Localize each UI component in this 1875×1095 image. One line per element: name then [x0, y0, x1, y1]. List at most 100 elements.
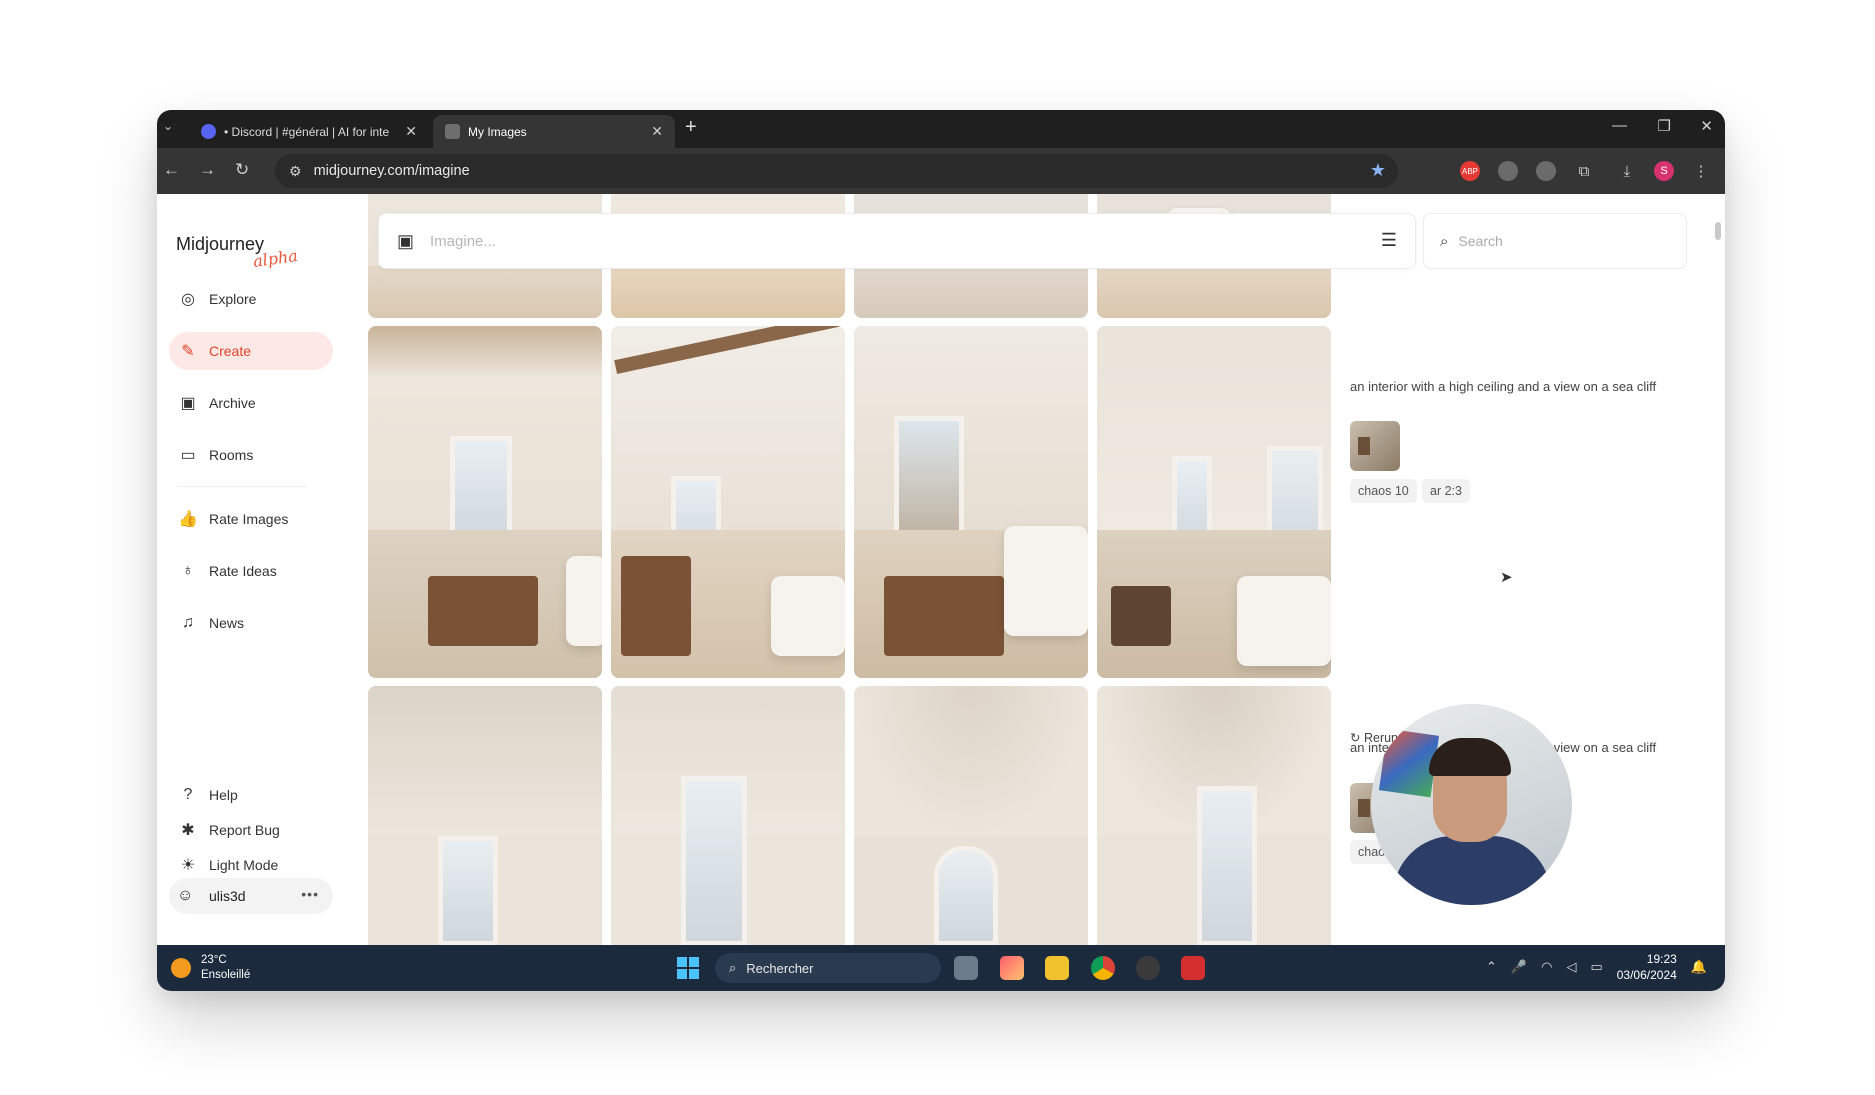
sidebar-item-label: Create — [209, 343, 252, 359]
microphone-icon[interactable]: 🎤 — [1511, 959, 1527, 975]
sidebar-item-news[interactable]: ♫ News — [169, 604, 333, 642]
restore-button[interactable]: ❐ — [1658, 117, 1671, 135]
param-tag: chaos 10 — [1350, 479, 1417, 503]
minimize-button[interactable]: — — [1612, 117, 1627, 134]
sidebar-item-rate-ideas[interactable]: ♁ Rate Ideas — [169, 552, 333, 590]
chrome-icon[interactable] — [1091, 956, 1115, 980]
user-menu-icon[interactable]: ••• — [301, 886, 319, 902]
username: ulis3d — [209, 888, 246, 904]
browser-menu-icon[interactable]: ⋮ — [1691, 161, 1711, 181]
brush-icon: ✎ — [181, 343, 195, 360]
puzzle-icon[interactable]: ⧉ — [1574, 161, 1594, 181]
tab-search-chevron-icon[interactable]: ⌄ — [163, 119, 173, 133]
sidebar-item-label: Archive — [209, 395, 256, 411]
system-tray: ⌃ 🎤 ◠ ◁ ▭ 19:23 03/06/2024 🔔 — [1486, 951, 1707, 983]
tab-my-images[interactable]: My Images ✕ — [433, 115, 675, 148]
user-profile-button[interactable]: ☺ ulis3d ••• — [169, 878, 333, 914]
volume-icon[interactable]: ◁ — [1566, 959, 1576, 975]
acrobat-icon[interactable] — [1181, 956, 1205, 980]
generated-image[interactable] — [368, 686, 602, 945]
sidebar-item-label: Explore — [209, 291, 257, 307]
tab-bar: ⌄ • Discord | #général | AI for inte ✕ M… — [157, 110, 1725, 148]
task-view-icon[interactable] — [954, 956, 978, 980]
logo-text: Midjourney — [176, 234, 265, 254]
back-button[interactable]: ← — [163, 160, 180, 180]
download-icon[interactable]: ⤓ — [1617, 161, 1637, 181]
bookmark-star-icon[interactable]: ★ — [1370, 160, 1386, 181]
windows-start-icon[interactable] — [677, 957, 699, 979]
sidebar-item-label: Report Bug — [209, 822, 280, 838]
chat-icon: ▭ — [180, 447, 196, 464]
generated-image[interactable] — [1097, 686, 1331, 945]
close-tab-icon[interactable]: ✕ — [405, 123, 417, 140]
chevron-up-icon[interactable]: ⌃ — [1486, 959, 1497, 975]
tab-title: • Discord | #général | AI for inte — [224, 124, 390, 139]
sidebar-item-label: Help — [209, 787, 238, 803]
bug-icon: ✱ — [181, 822, 195, 839]
obs-icon[interactable] — [1136, 956, 1160, 980]
discord-icon — [201, 124, 216, 139]
midjourney-favicon-icon — [445, 124, 460, 139]
tab-discord[interactable]: • Discord | #général | AI for inte ✕ — [189, 115, 429, 148]
date: 03/06/2024 — [1616, 968, 1677, 982]
sidebar-item-label: Rate Ideas — [209, 563, 277, 579]
photos-app-icon[interactable] — [1000, 956, 1024, 980]
midjourney-logo[interactable]: Midjourney alpha — [176, 234, 299, 271]
file-explorer-icon[interactable] — [1045, 956, 1069, 980]
sidebar-item-explore[interactable]: ◎ Explore — [169, 280, 333, 318]
sun-icon: ☀ — [180, 857, 196, 874]
search-input[interactable]: ⌕ Search — [1423, 213, 1687, 269]
sidebar-item-help[interactable]: ? Help — [169, 776, 333, 814]
site-settings-icon[interactable]: ⚙ — [289, 163, 302, 180]
bell-icon: ♫ — [182, 614, 194, 631]
clock[interactable]: 19:23 03/06/2024 — [1617, 951, 1677, 983]
search-placeholder: Search — [1458, 233, 1503, 249]
notification-bell-icon[interactable]: 🔔 — [1691, 959, 1707, 975]
taskbar-search[interactable]: ⌕ Rechercher — [715, 953, 941, 983]
sidebar-item-report-bug[interactable]: ✱ Report Bug — [169, 811, 333, 849]
webcam-overlay — [1371, 704, 1572, 905]
reload-button[interactable]: ↻ — [235, 160, 249, 180]
person-torso — [1393, 836, 1551, 905]
generated-image[interactable] — [611, 326, 845, 678]
weather-widget[interactable]: 23°C Ensoleillé — [171, 953, 250, 983]
sidebar-item-label: Light Mode — [209, 857, 279, 873]
generated-image[interactable] — [854, 686, 1088, 945]
reference-image-thumbnail[interactable] — [1350, 421, 1400, 471]
prompt-text[interactable]: an interior with a high ceiling and a vi… — [1350, 376, 1690, 397]
adblock-icon[interactable]: ABP — [1460, 161, 1480, 181]
sidebar: Midjourney alpha ◎ Explore ✎ Create ▣ Ar… — [157, 194, 337, 945]
sidebar-item-create[interactable]: ✎ Create — [169, 332, 333, 370]
generated-image[interactable] — [368, 326, 602, 678]
new-tab-button[interactable]: + — [685, 116, 697, 139]
sidebar-item-label: Rate Images — [209, 511, 289, 527]
url-text: midjourney.com/imagine — [313, 163, 470, 179]
battery-icon[interactable]: ▭ — [1590, 959, 1602, 975]
generated-image[interactable] — [854, 326, 1088, 678]
close-window-button[interactable]: ✕ — [1700, 117, 1713, 135]
camera-icon[interactable] — [1498, 161, 1518, 181]
windows-taskbar: 23°C Ensoleillé ⌕ Rechercher ⌃ 🎤 ◠ ◁ ▭ 1… — [157, 945, 1725, 991]
time: 19:23 — [1646, 952, 1677, 966]
generated-image[interactable] — [1097, 326, 1331, 678]
imagine-input[interactable]: ▣ Imagine... ☰ — [378, 213, 1416, 269]
user-icon: ☺ — [177, 887, 194, 904]
image-upload-icon[interactable]: ▣ — [397, 231, 414, 252]
profile-avatar[interactable]: S — [1654, 161, 1674, 181]
sidebar-item-rate-images[interactable]: 👍 Rate Images — [169, 500, 333, 538]
search-icon: ⌕ — [1440, 232, 1449, 250]
browser-window: ⌄ • Discord | #général | AI for inte ✕ M… — [157, 110, 1725, 991]
close-tab-icon[interactable]: ✕ — [651, 123, 663, 140]
generated-image[interactable] — [611, 686, 845, 945]
sidebar-item-label: News — [209, 615, 245, 631]
person-hair — [1429, 738, 1511, 776]
sidebar-item-archive[interactable]: ▣ Archive — [169, 384, 333, 422]
url-bar[interactable]: ⚙ midjourney.com/imagine ★ — [275, 154, 1398, 188]
circle-extension-icon[interactable] — [1536, 161, 1556, 181]
wifi-icon[interactable]: ◠ — [1541, 959, 1552, 975]
settings-sliders-icon[interactable]: ☰ — [1381, 230, 1397, 251]
param-tag: ar 2:3 — [1422, 479, 1470, 503]
sidebar-item-rooms[interactable]: ▭ Rooms — [169, 436, 333, 474]
scrollbar-thumb[interactable] — [1715, 222, 1721, 240]
forward-button[interactable]: → — [199, 160, 216, 180]
